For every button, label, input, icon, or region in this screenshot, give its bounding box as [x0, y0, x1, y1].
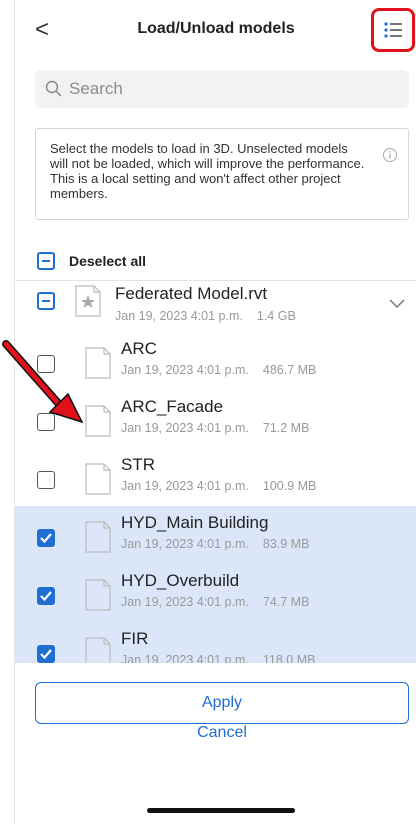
model-size: 118.0 MB [262, 653, 316, 663]
arc-checkbox[interactable] [37, 355, 55, 373]
model-size: 71.2 MB [262, 421, 310, 435]
model-date: Jan 19, 2023 4:01 p.m. [115, 309, 243, 323]
federated-model-icon [75, 285, 101, 317]
model-meta: Jan 19, 2023 4:01 p.m. 74.7 MB [121, 595, 309, 609]
model-name: Federated Model.rvt [115, 284, 268, 303]
model-size: 486.7 MB [262, 363, 317, 377]
model-name: ARC_Facade [121, 397, 224, 416]
model-size: 74.7 MB [262, 595, 310, 609]
model-name: HYD_Overbuild [121, 571, 240, 590]
file-icon [85, 405, 111, 437]
model-row-hyd-overbuild[interactable]: HYD_Overbuild Jan 19, 2023 4:01 p.m. 74.7… [15, 567, 416, 625]
model-size: 83.9 MB [262, 537, 310, 551]
file-icon [85, 579, 111, 611]
model-size: 1.4 GB [256, 309, 296, 323]
file-icon [85, 521, 111, 553]
model-meta: Jan 19, 2023 4:01 p.m. 118.0 MB [121, 653, 315, 663]
str-checkbox[interactable] [37, 471, 55, 489]
model-row-arc-facade[interactable]: ARC_Facade Jan 19, 2023 4:01 p.m. 71.2 MB [15, 393, 416, 451]
check-icon [40, 649, 52, 660]
header: < Load/Unload models [15, 0, 416, 62]
model-date: Jan 19, 2023 4:01 p.m. [121, 421, 249, 435]
model-date: Jan 19, 2023 4:01 p.m. [121, 479, 249, 493]
search-input[interactable]: Search [35, 70, 409, 108]
fir-checkbox[interactable] [37, 645, 55, 663]
app-screen: < Load/Unload models Search Select the m… [14, 0, 416, 824]
info-text: Select the models to load in 3D. Unselec… [50, 141, 365, 201]
info-box: Select the models to load in 3D. Unselec… [35, 128, 409, 220]
model-date: Jan 19, 2023 4:01 p.m. [121, 653, 249, 663]
model-name: HYD_Main Building [121, 513, 269, 532]
model-name: FIR [121, 629, 149, 648]
model-date: Jan 19, 2023 4:01 p.m. [121, 537, 249, 551]
model-name: STR [121, 455, 155, 474]
file-icon [85, 463, 111, 495]
model-row-str[interactable]: STR Jan 19, 2023 4:01 p.m. 100.9 MB [15, 451, 416, 509]
arc-facade-checkbox[interactable] [37, 413, 55, 431]
page-title: Load/Unload models [137, 20, 295, 37]
search-placeholder: Search [69, 79, 123, 98]
model-date: Jan 19, 2023 4:01 p.m. [121, 595, 249, 609]
model-row-arc[interactable]: ARC Jan 19, 2023 4:01 p.m. 486.7 MB [15, 335, 416, 393]
info-icon[interactable] [382, 147, 398, 163]
deselect-all-label: Deselect all [69, 253, 147, 269]
model-list: Federated Model.rvt Jan 19, 2023 4:01 p.… [15, 281, 416, 663]
file-icon [85, 637, 111, 663]
file-icon [85, 347, 111, 379]
deselect-all-checkbox[interactable] [37, 252, 55, 270]
list-icon [384, 22, 402, 38]
list-menu-button[interactable] [371, 8, 415, 52]
federated-checkbox[interactable] [37, 292, 55, 310]
model-size: 100.9 MB [262, 479, 317, 493]
footer: Apply Cancel [15, 663, 416, 824]
check-icon [40, 533, 52, 544]
chevron-down-icon[interactable] [389, 299, 405, 309]
model-name: ARC [121, 339, 157, 358]
model-row-fir[interactable]: FIR Jan 19, 2023 4:01 p.m. 118.0 MB [15, 625, 416, 663]
check-icon [40, 591, 52, 602]
deselect-all-row[interactable]: Deselect all [15, 245, 416, 275]
model-meta: Jan 19, 2023 4:01 p.m. 83.9 MB [121, 537, 309, 551]
cancel-button[interactable]: Cancel [35, 717, 409, 749]
hyd-overbuild-checkbox[interactable] [37, 587, 55, 605]
hyd-main-building-checkbox[interactable] [37, 529, 55, 547]
model-meta: Jan 19, 2023 4:01 p.m. 1.4 GB [115, 309, 296, 323]
model-row-federated[interactable]: Federated Model.rvt Jan 19, 2023 4:01 p.… [15, 281, 416, 339]
model-meta: Jan 19, 2023 4:01 p.m. 71.2 MB [121, 421, 309, 435]
home-indicator[interactable] [147, 808, 295, 813]
model-date: Jan 19, 2023 4:01 p.m. [121, 363, 249, 377]
model-row-hyd-main-building[interactable]: HYD_Main Building Jan 19, 2023 4:01 p.m.… [15, 509, 416, 567]
model-meta: Jan 19, 2023 4:01 p.m. 100.9 MB [121, 479, 316, 493]
model-meta: Jan 19, 2023 4:01 p.m. 486.7 MB [121, 363, 316, 377]
search-icon [45, 80, 62, 97]
